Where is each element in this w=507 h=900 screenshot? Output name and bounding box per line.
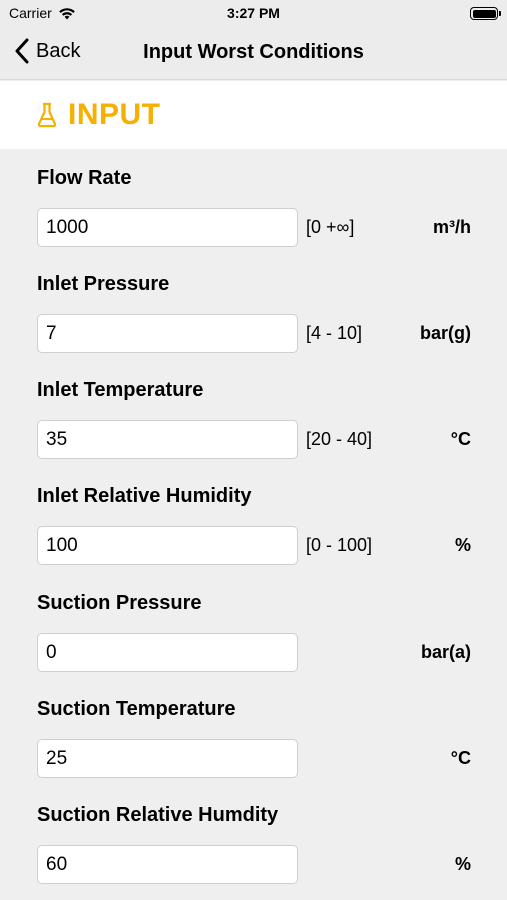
status-time: 3:27 PM bbox=[227, 5, 280, 21]
field-label: Suction Pressure bbox=[37, 592, 202, 614]
field-label: Inlet Temperature bbox=[37, 379, 204, 401]
field-unit: °C bbox=[450, 429, 471, 449]
field-label: Suction Temperature bbox=[37, 698, 236, 720]
field-unit: bar(a) bbox=[420, 642, 471, 662]
section-title: INPUT bbox=[68, 98, 161, 131]
field-unit: °C bbox=[450, 748, 471, 768]
field-inlet-relative-humidity: Inlet Relative Humidity [0 - 100] % bbox=[0, 468, 507, 574]
field-label: Suction Relative Humdity bbox=[37, 804, 279, 826]
inlet-humidity-input[interactable] bbox=[37, 526, 298, 565]
field-flow-rate: Flow Rate [0 +∞] m³/h bbox=[0, 150, 507, 256]
field-inlet-pressure: Inlet Pressure [4 - 10] bar(g) bbox=[0, 256, 507, 362]
field-unit: bar(g) bbox=[420, 323, 471, 343]
suction-temperature-input[interactable] bbox=[37, 739, 298, 778]
flow-rate-input[interactable] bbox=[37, 208, 298, 247]
field-suction-relative-humidity: Suction Relative Humdity % bbox=[0, 787, 507, 893]
field-unit: % bbox=[454, 854, 471, 874]
field-unit: m³/h bbox=[433, 217, 471, 237]
status-bar: Carrier 3:27 PM bbox=[0, 0, 507, 28]
field-suction-temperature: Suction Temperature °C bbox=[0, 681, 507, 787]
field-label: Inlet Pressure bbox=[37, 273, 170, 295]
field-unit: % bbox=[454, 535, 471, 555]
field-range: [20 - 40] bbox=[306, 429, 373, 449]
field-label: Inlet Relative Humidity bbox=[37, 485, 252, 507]
field-suction-pressure: Suction Pressure bar(a) bbox=[0, 575, 507, 681]
navigation-bar: Back Input Worst Conditions bbox=[0, 28, 507, 80]
field-label: Flow Rate bbox=[37, 167, 132, 189]
page-title: Input Worst Conditions bbox=[143, 41, 364, 63]
field-inlet-temperature: Inlet Temperature [20 - 40] °C bbox=[0, 362, 507, 468]
suction-humidity-input[interactable] bbox=[37, 845, 298, 884]
field-range: [0 - 100] bbox=[306, 535, 373, 555]
battery-icon bbox=[470, 7, 501, 20]
field-range: [0 +∞] bbox=[306, 217, 355, 237]
inlet-pressure-input[interactable] bbox=[37, 314, 298, 353]
suction-pressure-input[interactable] bbox=[37, 633, 298, 672]
inlet-temperature-input[interactable] bbox=[37, 420, 298, 459]
field-range: [4 - 10] bbox=[306, 323, 363, 343]
flask-icon bbox=[37, 102, 57, 128]
section-header: INPUT bbox=[0, 81, 507, 149]
